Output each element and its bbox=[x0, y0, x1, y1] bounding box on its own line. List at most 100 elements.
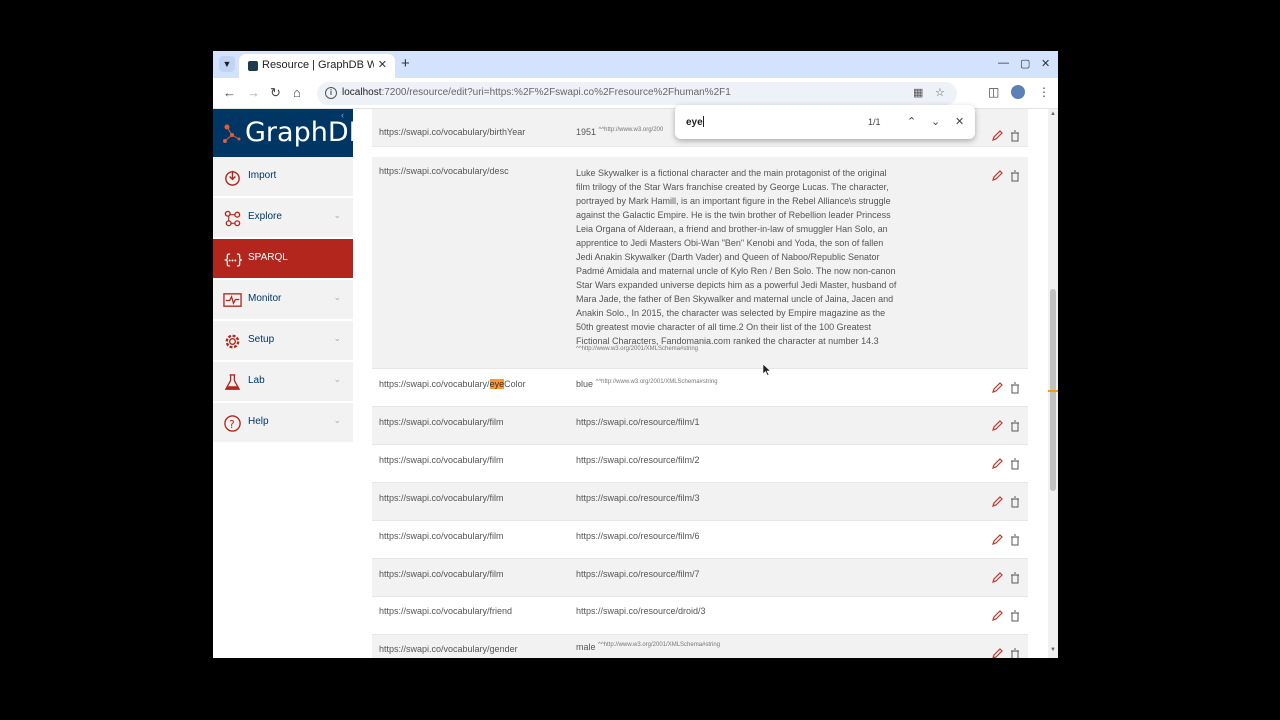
menu-explore[interactable]: Explore ⌄ bbox=[213, 198, 353, 238]
tab-strip: ▼ Resource | GraphDB Wo ✕ + — ▢ ✕ bbox=[213, 51, 1058, 78]
datatype-label: ^^http://www.w3.org/2001/XMLSchema#strin… bbox=[595, 379, 718, 385]
table-row: https://swapi.co/vocabulary/film https:/… bbox=[372, 407, 1028, 445]
menu-sparql[interactable]: {} SPARQL bbox=[213, 239, 353, 279]
object-value: 1951 ^^http://www.w3.org/200 bbox=[576, 127, 663, 137]
find-input[interactable]: eye bbox=[686, 116, 704, 128]
tab-graphdb[interactable]: Resource | GraphDB Wo ✕ bbox=[239, 54, 395, 78]
graphdb-logo[interactable]: GraphDB ‹ bbox=[213, 109, 367, 157]
predicate-prefix: https://swapi.co/vocabulary/ bbox=[379, 379, 490, 389]
edit-icon[interactable] bbox=[991, 130, 1003, 142]
edit-icon[interactable] bbox=[991, 382, 1003, 394]
minimize-icon[interactable]: — bbox=[998, 57, 1009, 69]
edit-icon[interactable] bbox=[991, 170, 1003, 182]
trash-icon[interactable] bbox=[1009, 496, 1021, 508]
explore-icon bbox=[224, 210, 241, 227]
page-translate-icon[interactable]: ▦ bbox=[913, 86, 923, 99]
collapse-sidebar-icon[interactable]: ‹ bbox=[341, 110, 344, 120]
trash-icon[interactable] bbox=[1009, 648, 1021, 658]
edit-icon[interactable] bbox=[991, 534, 1003, 546]
object-value: male ^^http://www.w3.org/2001/XMLSchema#… bbox=[576, 642, 720, 652]
predicate-link[interactable]: https://swapi.co/vocabulary/film bbox=[379, 417, 504, 427]
object-link[interactable]: https://swapi.co/resource/film/2 bbox=[576, 455, 700, 465]
resource-table: https://swapi.co/vocabulary/birthYear 19… bbox=[372, 109, 1028, 658]
edit-icon[interactable] bbox=[991, 496, 1003, 508]
close-tab-icon[interactable]: ✕ bbox=[378, 58, 387, 71]
trash-icon[interactable] bbox=[1009, 572, 1021, 584]
reload-icon[interactable]: ↻ bbox=[270, 85, 281, 101]
back-icon[interactable]: ← bbox=[223, 85, 236, 100]
menu-label: SPARQL bbox=[248, 252, 288, 263]
find-query: eye bbox=[686, 117, 703, 128]
trash-icon[interactable] bbox=[1009, 130, 1021, 142]
menu-import[interactable]: Import bbox=[213, 157, 353, 197]
flask-icon bbox=[224, 374, 241, 390]
predicate-link[interactable]: https://swapi.co/vocabulary/film bbox=[379, 569, 504, 579]
url-host: localhost bbox=[342, 87, 382, 98]
close-window-icon[interactable]: ✕ bbox=[1041, 57, 1050, 70]
page: GraphDB ‹ Import Explore ⌄ {} SPARQL Mon… bbox=[213, 109, 1058, 658]
menu-help[interactable]: ? Help ⌄ bbox=[213, 403, 353, 443]
predicate-link[interactable]: https://swapi.co/vocabulary/film bbox=[379, 493, 504, 503]
monitor-icon bbox=[223, 293, 242, 307]
object-link[interactable]: https://swapi.co/resource/film/3 bbox=[576, 493, 700, 503]
graphdb-favicon-icon bbox=[248, 61, 258, 71]
gear-icon bbox=[225, 334, 240, 349]
home-icon[interactable]: ⌂ bbox=[293, 85, 301, 100]
scroll-down-icon[interactable]: ▼ bbox=[1050, 647, 1056, 653]
find-match-marker bbox=[1048, 390, 1058, 392]
scroll-up-icon[interactable]: ▲ bbox=[1050, 111, 1056, 117]
predicate-link[interactable]: https://swapi.co/vocabulary/film bbox=[379, 455, 504, 465]
chevron-up-icon[interactable]: ⌃ bbox=[907, 115, 916, 128]
object-link[interactable]: https://swapi.co/resource/film/7 bbox=[576, 569, 700, 579]
table-row: https://swapi.co/vocabulary/film https:/… bbox=[372, 483, 1028, 521]
predicate-link[interactable]: https://swapi.co/vocabulary/desc bbox=[379, 166, 509, 176]
object-link[interactable]: https://swapi.co/resource/droid/3 bbox=[576, 606, 706, 616]
chevron-down-icon: ⌄ bbox=[333, 210, 341, 220]
chevron-down-icon[interactable]: ⌄ bbox=[931, 115, 940, 128]
edit-icon[interactable] bbox=[991, 420, 1003, 432]
table-row: https://swapi.co/vocabulary/film https:/… bbox=[372, 559, 1028, 597]
predicate-link[interactable]: https://swapi.co/vocabulary/friend bbox=[379, 606, 512, 616]
trash-icon[interactable] bbox=[1009, 420, 1021, 432]
chevron-down-icon[interactable]: ▼ bbox=[219, 56, 235, 72]
profile-avatar[interactable] bbox=[1011, 85, 1025, 99]
edit-icon[interactable] bbox=[991, 572, 1003, 584]
edit-icon[interactable] bbox=[991, 458, 1003, 470]
logo-text: GraphDB bbox=[245, 117, 368, 148]
edit-icon[interactable] bbox=[991, 610, 1003, 622]
site-info-icon[interactable]: i bbox=[325, 87, 337, 99]
trash-icon[interactable] bbox=[1009, 382, 1021, 394]
maximize-icon[interactable]: ▢ bbox=[1020, 57, 1030, 70]
kebab-menu-icon[interactable]: ⋮ bbox=[1038, 85, 1050, 99]
object-link[interactable]: https://swapi.co/resource/film/1 bbox=[576, 417, 700, 427]
chevron-down-icon: ⌄ bbox=[333, 292, 341, 302]
predicate-link[interactable]: https://swapi.co/vocabulary/film bbox=[379, 531, 504, 541]
bookmark-star-icon[interactable]: ☆ bbox=[935, 86, 945, 99]
close-icon[interactable]: ✕ bbox=[955, 115, 964, 128]
predicate-link[interactable]: https://swapi.co/vocabulary/birthYear bbox=[379, 127, 525, 137]
menu-monitor[interactable]: Monitor ⌄ bbox=[213, 280, 353, 320]
menu-setup[interactable]: Setup ⌄ bbox=[213, 321, 353, 361]
address-bar[interactable]: i localhost:7200/resource/edit?uri=https… bbox=[317, 82, 957, 105]
trash-icon[interactable] bbox=[1009, 170, 1021, 182]
edit-icon[interactable] bbox=[991, 648, 1003, 658]
table-row: https://swapi.co/vocabulary/gender male … bbox=[372, 635, 1028, 658]
trash-icon[interactable] bbox=[1009, 534, 1021, 546]
predicate-link[interactable]: https://swapi.co/vocabulary/eyeColor bbox=[379, 379, 526, 389]
predicate-suffix: Color bbox=[504, 379, 526, 389]
text-caret bbox=[702, 116, 704, 127]
browser-window: ▼ Resource | GraphDB Wo ✕ + — ▢ ✕ ← → ↻ … bbox=[213, 51, 1058, 658]
find-highlight: eye bbox=[489, 379, 505, 389]
object-link[interactable]: https://swapi.co/resource/film/6 bbox=[576, 531, 700, 541]
sidebar-toggle-icon[interactable]: ◫ bbox=[988, 85, 999, 99]
forward-icon[interactable]: → bbox=[247, 85, 260, 100]
table-row: https://swapi.co/vocabulary/eyeColor blu… bbox=[372, 369, 1028, 407]
page-scrollbar[interactable]: ▲ ▼ bbox=[1048, 109, 1058, 658]
predicate-link[interactable]: https://swapi.co/vocabulary/gender bbox=[379, 644, 518, 654]
new-tab-icon[interactable]: + bbox=[401, 55, 410, 72]
datatype-label: ^^http://www.w3.org/2001/XMLSchema#strin… bbox=[598, 642, 721, 648]
table-row: https://swapi.co/vocabulary/film https:/… bbox=[372, 521, 1028, 559]
trash-icon[interactable] bbox=[1009, 610, 1021, 622]
trash-icon[interactable] bbox=[1009, 458, 1021, 470]
menu-lab[interactable]: Lab ⌄ bbox=[213, 362, 353, 402]
